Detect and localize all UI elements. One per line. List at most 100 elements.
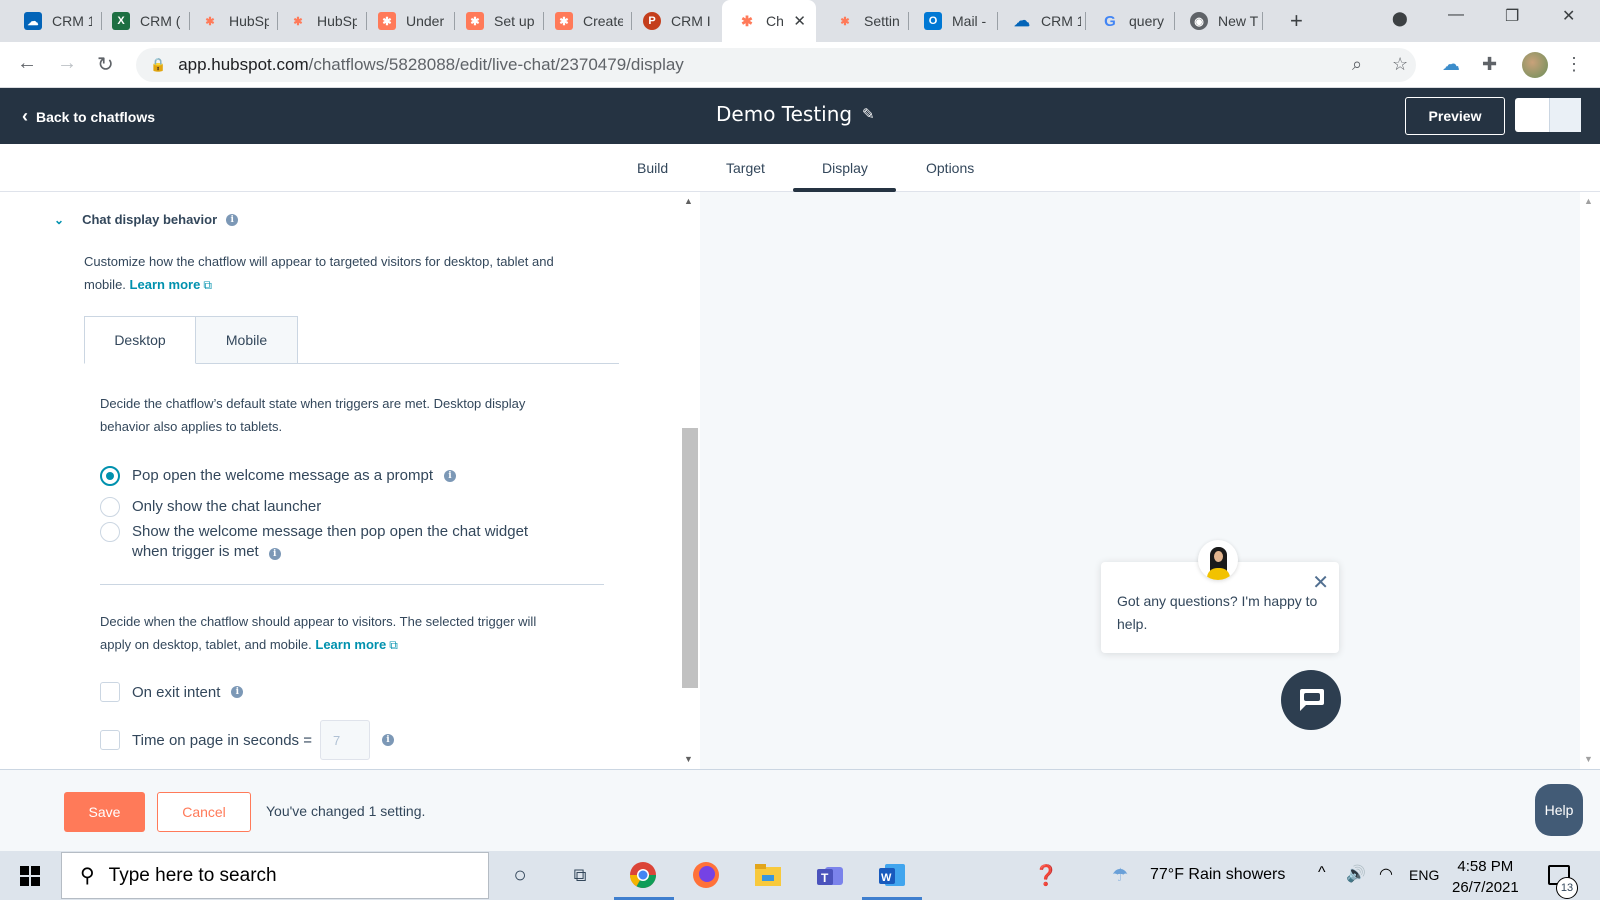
new-tab-button[interactable]: + [1290, 8, 1303, 34]
checkbox[interactable] [100, 730, 120, 750]
firefox-icon[interactable] [690, 859, 722, 891]
teams-icon[interactable]: T [814, 859, 846, 891]
scroll-up-arrow-icon[interactable]: ▲ [684, 196, 693, 206]
info-icon[interactable]: i [231, 686, 244, 698]
tab-build[interactable]: Build [637, 160, 668, 176]
checkbox[interactable] [100, 682, 120, 702]
extension-cloud-icon[interactable]: ☁ [1442, 54, 1460, 75]
browser-tab[interactable]: ✱ Settin [820, 6, 904, 36]
address-bar[interactable]: 🔒 app.hubspot.com/chatflows/5828088/edit… [136, 48, 1416, 82]
taskbar-search-input[interactable]: ⚲ Type here to search [61, 852, 489, 899]
seconds-input[interactable]: 7 [319, 720, 370, 760]
browser-tab[interactable]: ☁ CRM 1 [8, 6, 92, 36]
info-icon[interactable]: i [444, 470, 457, 482]
wifi-icon[interactable]: ◠ [1379, 864, 1393, 884]
learn-more-link[interactable]: Learn more [315, 637, 386, 652]
back-to-chatflows-link[interactable]: ‹ Back to chatflows [22, 106, 155, 127]
zoom-icon[interactable]: ⌕ [1352, 54, 1362, 75]
show-hidden-icons-chevron-icon[interactable]: ^ [1318, 864, 1326, 882]
hubspot-icon: ✱ [378, 12, 396, 30]
radio-button[interactable] [100, 522, 120, 542]
learn-more-link[interactable]: Learn more [130, 277, 201, 292]
language-indicator[interactable]: ENG [1409, 867, 1439, 883]
windows-start-icon[interactable] [20, 866, 40, 886]
tab-options[interactable]: Options [926, 160, 974, 176]
close-window-button[interactable]: ✕ [1562, 6, 1575, 26]
minimize-button[interactable]: — [1448, 6, 1464, 24]
settings-scrollbar[interactable]: ▲ ▼ [680, 192, 700, 769]
browser-tab-active[interactable]: ✱ Ch ✕ [722, 0, 816, 42]
weather-text[interactable]: 77°F Rain showers [1150, 866, 1285, 884]
checkbox-time-on-page[interactable]: Time on page in seconds = 7 i [100, 720, 394, 760]
trigger-description: Decide when the chatflow should appear t… [100, 614, 537, 652]
cancel-button[interactable]: Cancel [157, 792, 251, 832]
browser-menu-icon[interactable]: ⋮ [1565, 54, 1583, 75]
notification-count-badge: 13 [1556, 877, 1578, 899]
info-icon[interactable]: i [268, 548, 281, 560]
hubspot-icon: ✱ [466, 12, 484, 30]
browser-tab[interactable]: ✱ HubSp [273, 6, 357, 36]
change-status-text: You've changed 1 setting. [266, 803, 426, 819]
reload-icon[interactable]: ↻ [97, 52, 114, 77]
help-button[interactable]: Help [1535, 784, 1583, 836]
chatflow-title[interactable]: Demo Testing [716, 102, 852, 126]
browser-tab[interactable]: ✱ Set up [450, 6, 534, 36]
save-button[interactable]: Save [64, 792, 145, 832]
pencil-edit-icon[interactable]: ✎ [862, 105, 875, 123]
info-icon[interactable]: i [381, 734, 394, 746]
word-icon[interactable]: W [876, 859, 908, 891]
close-tab-icon[interactable]: ✕ [793, 12, 806, 30]
file-explorer-icon[interactable] [752, 859, 784, 891]
radio-option-only-launcher[interactable]: Only show the chat launcher [100, 497, 321, 517]
chevron-down-icon: ⌄ [54, 212, 65, 227]
system-clock[interactable]: 4:58 PM 26/7/2021 [1452, 856, 1519, 898]
browser-tab[interactable]: X CRM ( [96, 6, 180, 36]
radio-button[interactable] [100, 497, 120, 517]
chat-launcher-button[interactable] [1281, 670, 1341, 730]
extensions-puzzle-icon[interactable]: ✚ [1482, 54, 1497, 75]
browser-tab[interactable]: ✱ Create [539, 6, 623, 36]
tab-target[interactable]: Target [726, 160, 765, 176]
chat-preview-area [700, 192, 1580, 769]
scroll-up-arrow-icon[interactable]: ▲ [1584, 196, 1593, 206]
radio-option-pop-open-welcome[interactable]: Pop open the welcome message as a prompt… [100, 466, 457, 486]
browser-tab[interactable]: O Mail - [908, 6, 996, 36]
browser-tab[interactable]: ◉ New T [1174, 6, 1258, 36]
help-question-icon[interactable]: ❓ [1030, 859, 1062, 891]
chatflow-toggle[interactable] [1515, 98, 1581, 132]
browser-tab[interactable]: G query [1085, 6, 1169, 36]
cortana-icon[interactable]: ○ [504, 859, 536, 891]
browser-tab[interactable]: P CRM I [627, 6, 711, 36]
external-link-icon: ⧉ [203, 278, 212, 292]
info-icon[interactable]: i [226, 213, 239, 226]
bookmark-star-icon[interactable]: ☆ [1392, 54, 1408, 75]
radio-button-checked[interactable] [100, 466, 120, 486]
windows-taskbar: ⚲ Type here to search ○ ⧉ T W ❓ ☂ 77°F R… [0, 851, 1600, 900]
profile-avatar[interactable] [1522, 52, 1548, 78]
browser-tab[interactable]: ✱ HubSp [185, 6, 269, 36]
preview-scrollbar[interactable]: ▲ ▼ [1580, 192, 1600, 769]
browser-tab[interactable]: ☁ CRM 1 [997, 6, 1081, 36]
chat-bubble-icon [1300, 689, 1324, 711]
scroll-thumb[interactable] [682, 428, 698, 688]
forward-arrow-icon[interactable]: → [57, 52, 77, 75]
hubspot-icon: ✱ [840, 15, 850, 28]
volume-icon[interactable]: 🔊 [1346, 864, 1366, 884]
scroll-down-arrow-icon[interactable]: ▼ [684, 754, 693, 764]
task-view-icon[interactable]: ⧉ [564, 859, 596, 891]
tab-search-icon[interactable]: ⬤ [1392, 10, 1408, 27]
excel-icon: X [112, 12, 130, 30]
restore-button[interactable]: ❐ [1505, 6, 1519, 26]
checkbox-exit-intent[interactable]: On exit intent i [100, 682, 244, 702]
scroll-down-arrow-icon[interactable]: ▼ [1584, 754, 1593, 764]
tab-desktop[interactable]: Desktop [84, 316, 196, 364]
chrome-icon[interactable] [627, 859, 659, 891]
section-toggle-chat-display-behavior[interactable]: ⌄ Chat display behavior i [54, 212, 239, 227]
tab-display[interactable]: Display [822, 160, 868, 176]
preview-button[interactable]: Preview [1405, 97, 1505, 135]
back-arrow-icon[interactable]: ← [17, 52, 37, 75]
browser-tab[interactable]: ✱ Under [362, 6, 446, 36]
radio-option-welcome-then-widget[interactable]: Show the welcome message then pop open t… [100, 522, 528, 562]
tab-mobile[interactable]: Mobile [196, 316, 298, 364]
chevron-left-icon: ‹ [22, 106, 28, 126]
